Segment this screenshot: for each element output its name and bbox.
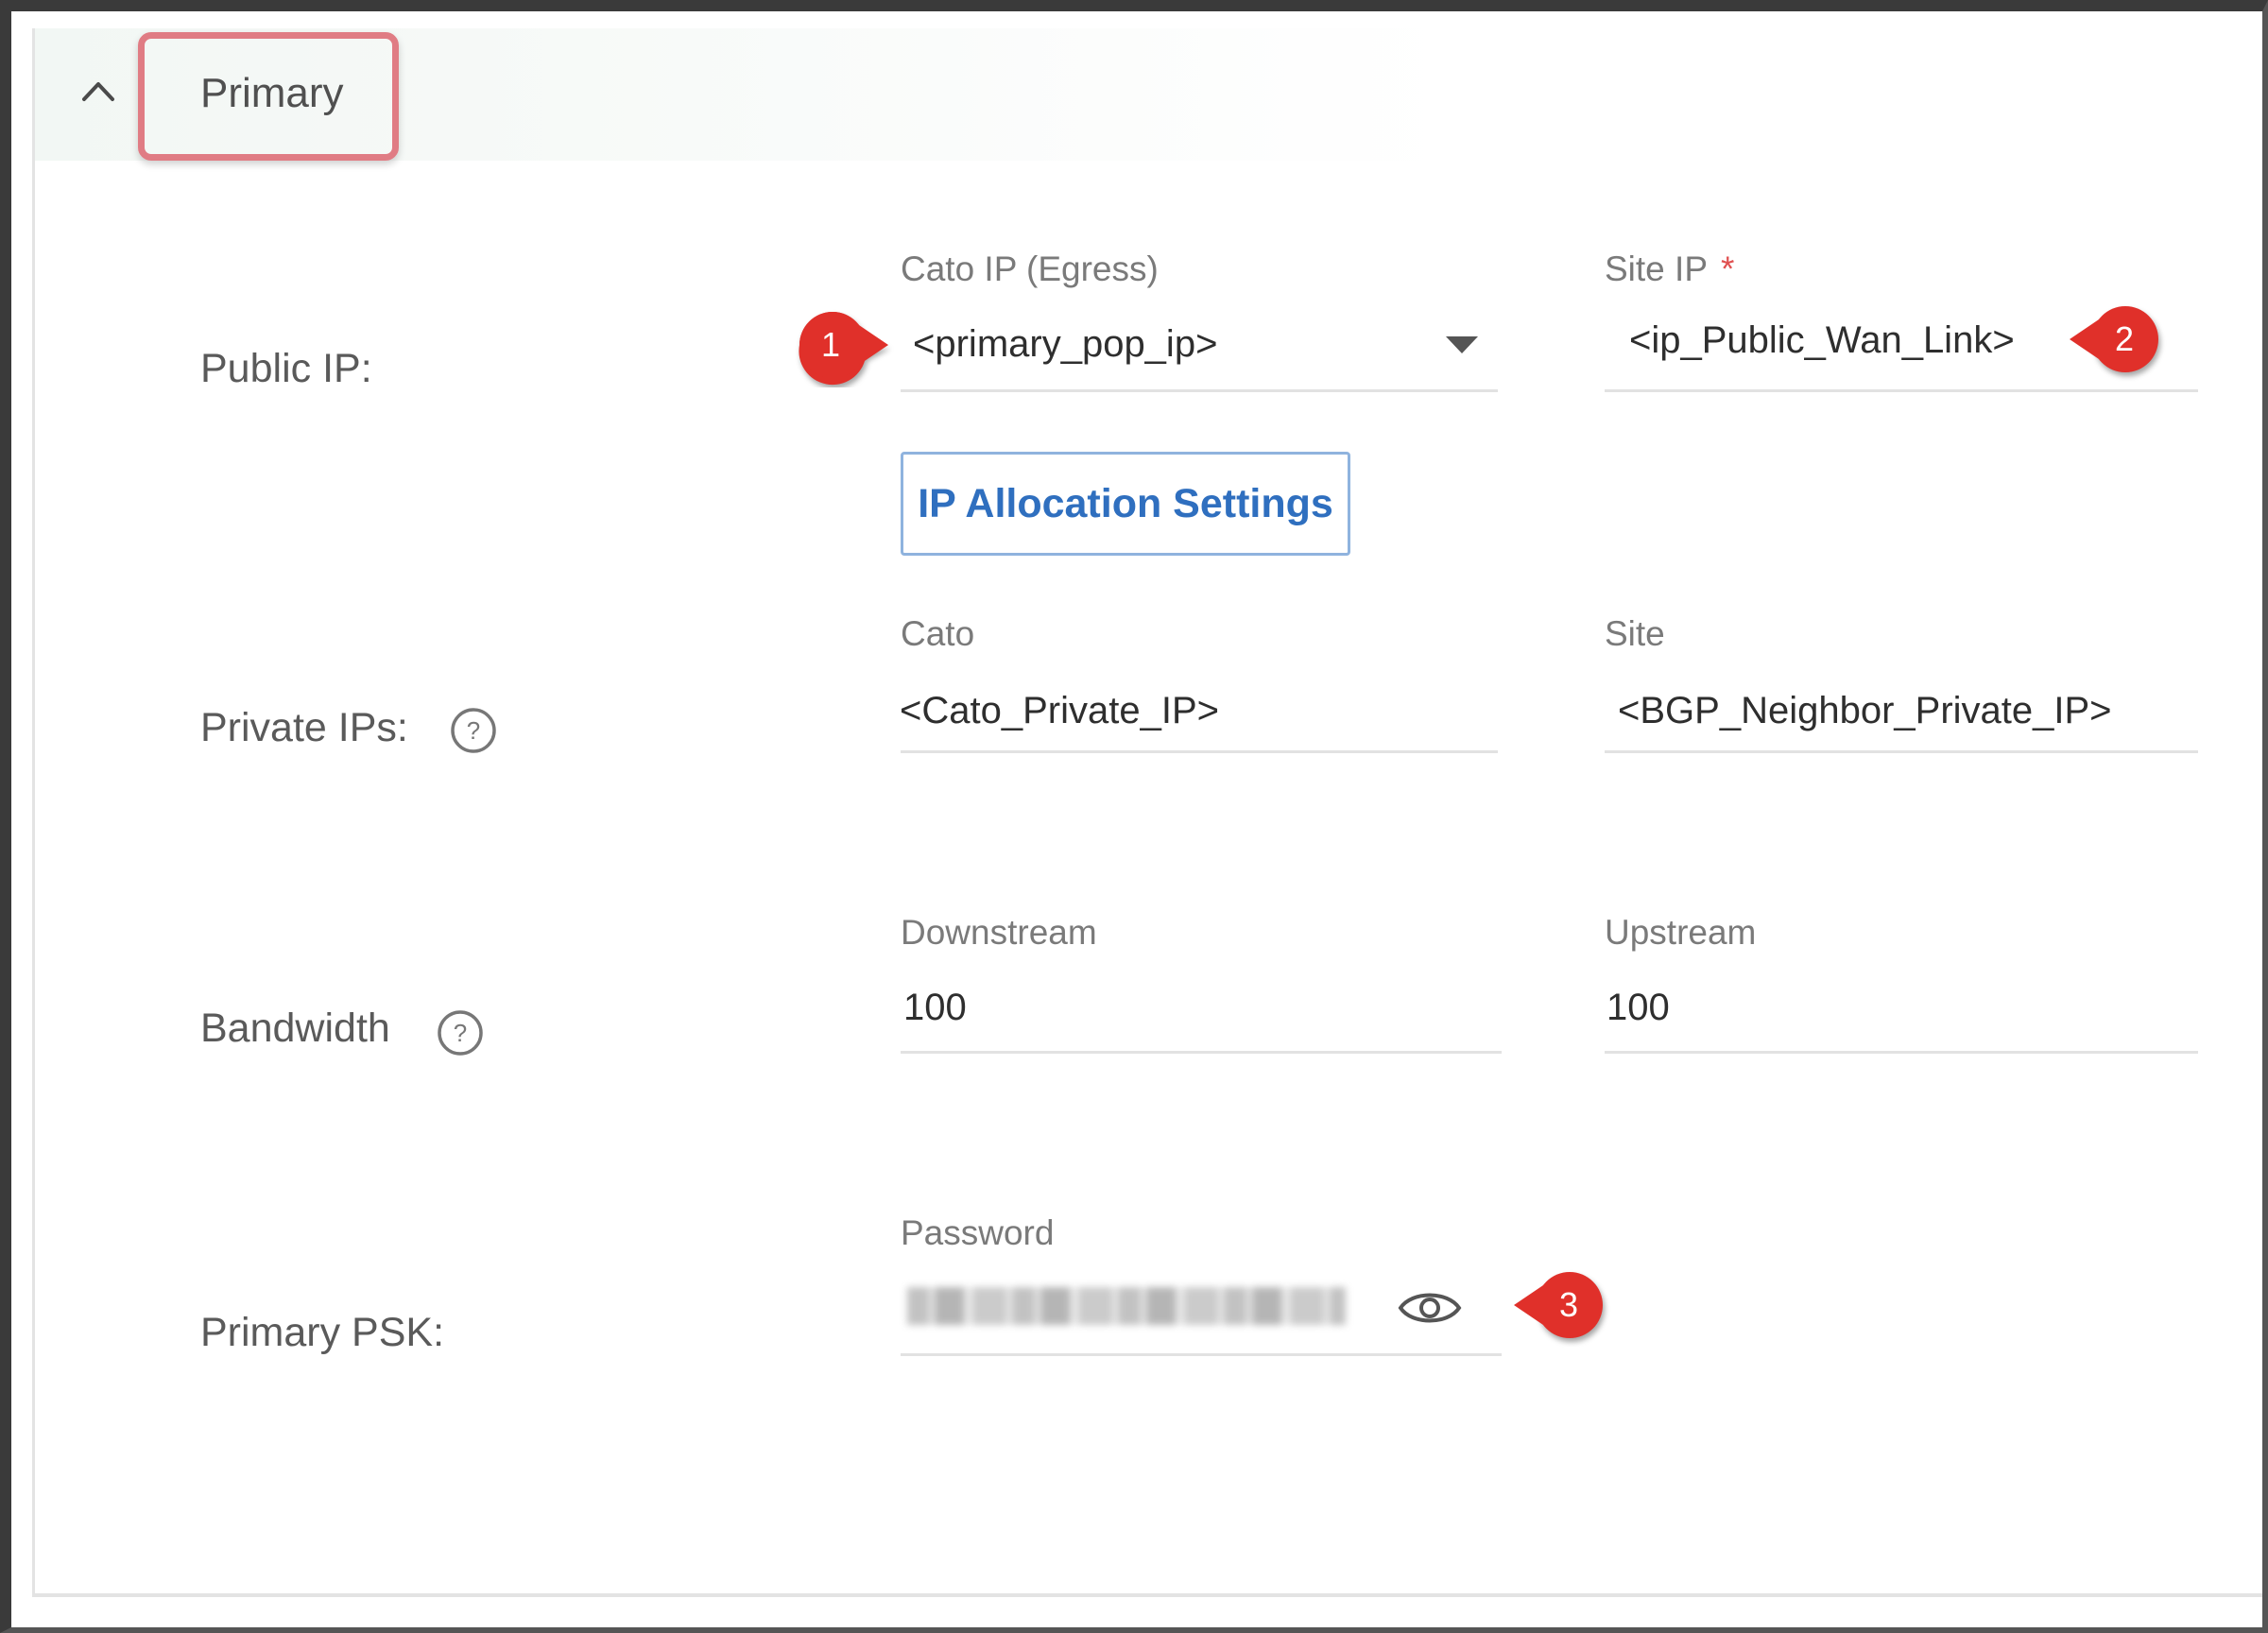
primary-psk-label: Primary PSK: (200, 1310, 445, 1355)
cato-ip-underline (901, 389, 1498, 392)
help-icon[interactable]: ? (437, 1009, 484, 1057)
site-ip-input[interactable]: <ip_Public_Wan_Link> (1629, 319, 2015, 362)
site-private-ip-input[interactable]: <BGP_Neighbor_Private_IP> (1618, 690, 2112, 732)
svg-text:?: ? (467, 716, 480, 745)
site-ip-underline (1605, 389, 2198, 392)
bandwidth-label: Bandwidth (200, 1006, 390, 1051)
downstream-underline (901, 1051, 1502, 1054)
svg-text:?: ? (454, 1019, 467, 1047)
help-icon[interactable]: ? (450, 707, 497, 754)
upstream-underline (1605, 1051, 2198, 1054)
annotation-marker-3-label: 3 (1559, 1285, 1579, 1324)
cato-private-label: Cato (901, 614, 975, 653)
public-ip-label: Public IP: (200, 346, 372, 391)
upstream-input[interactable]: 100 (1606, 987, 1670, 1029)
dropdown-caret-icon[interactable] (1446, 336, 1478, 353)
chevron-up-icon[interactable] (81, 77, 115, 102)
downstream-label: Downstream (901, 913, 1097, 952)
site-private-label: Site (1605, 614, 1665, 653)
password-underline (901, 1353, 1502, 1356)
cato-ip-select[interactable]: <primary_pop_ip> (913, 323, 1217, 366)
upstream-label: Upstream (1605, 913, 1757, 952)
site-private-underline (1605, 750, 2198, 753)
annotation-marker-1-label: 1 (821, 325, 841, 364)
cato-private-underline (901, 750, 1498, 753)
title-highlight-box (138, 32, 399, 161)
private-ips-label: Private IPs: (200, 705, 408, 750)
password-label: Password (901, 1213, 1055, 1252)
cato-ip-label: Cato IP (Egress) (901, 249, 1159, 288)
required-asterisk: * (1721, 249, 1735, 288)
downstream-input[interactable]: 100 (903, 987, 967, 1029)
password-input-masked[interactable] (907, 1287, 1346, 1325)
site-ip-label: Site IP * (1605, 249, 1735, 288)
cato-private-ip-input[interactable]: <Cato_Private_IP> (900, 690, 1219, 732)
annotation-marker-1 (799, 312, 888, 386)
ip-allocation-settings-button[interactable]: IP Allocation Settings (901, 452, 1350, 556)
eye-icon[interactable] (1397, 1281, 1463, 1334)
annotation-marker-2-label: 2 (2115, 319, 2135, 358)
